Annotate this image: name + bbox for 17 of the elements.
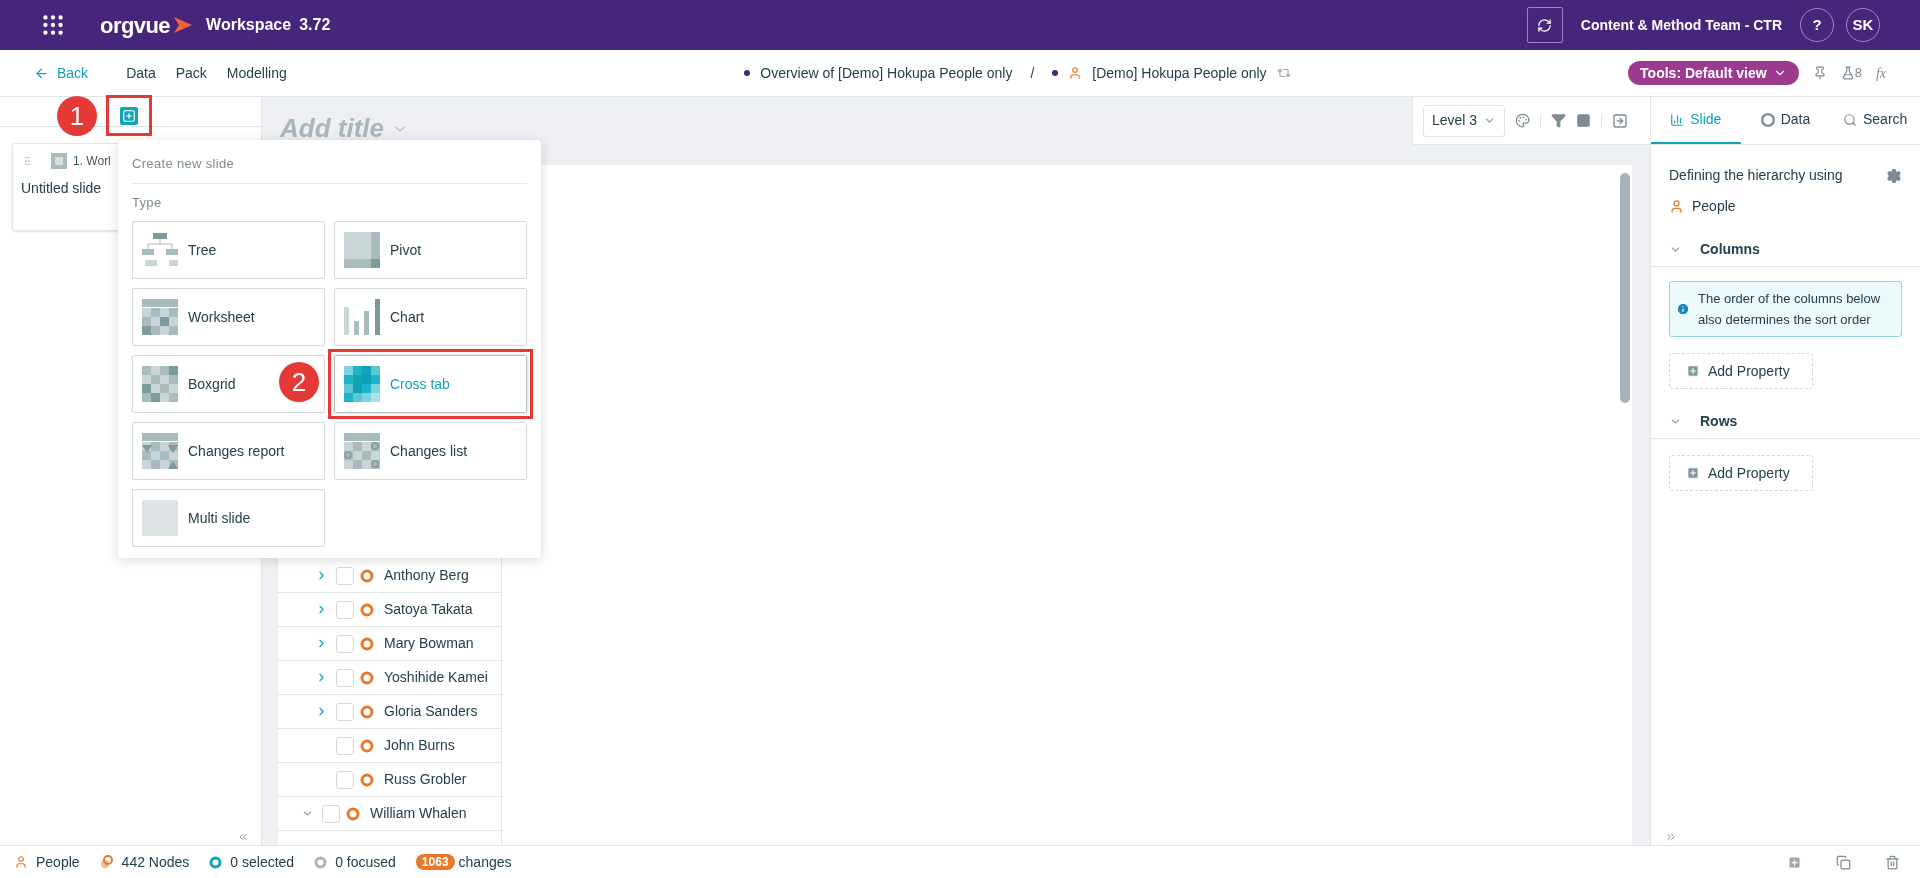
slide-number: 1. Worl — [73, 153, 111, 170]
version: 3.72 — [299, 15, 331, 35]
menu-section-label: Type — [132, 193, 163, 212]
workspace-title: Workspace — [206, 15, 292, 35]
step-marker: 1 — [57, 96, 97, 136]
info-text: The order of the columns below also determines the sort order — [1698, 290, 1882, 329]
logo: orgvue — [100, 11, 171, 40]
flask-count: 8 — [1854, 64, 1862, 83]
hierarchy-label: Defining the hierarchy using — [1669, 166, 1843, 185]
status-text: 442 Nodes — [121, 852, 190, 872]
breadcrumb-separator: / — [1030, 63, 1035, 83]
menu-title: Create new slide — [132, 154, 527, 184]
changes-count-badge: 1063 — [415, 854, 455, 870]
status-text: People — [36, 852, 80, 872]
slide-title: Untitled slide — [21, 180, 102, 196]
status-text: 0 focused — [335, 852, 396, 872]
status-text: 0 selected — [230, 852, 295, 872]
